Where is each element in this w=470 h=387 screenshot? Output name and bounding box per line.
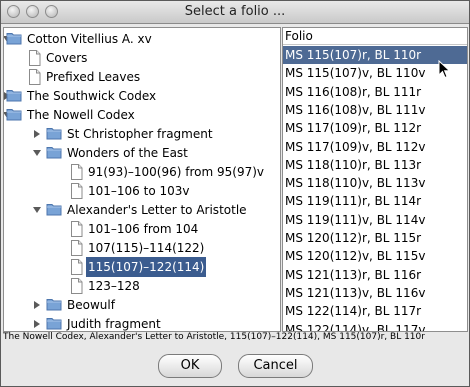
mouse-pointer-icon xyxy=(438,60,451,79)
tree-row-label: The Nowell Codex xyxy=(27,108,135,122)
folio-list-item[interactable]: MS 122(114)v, BL 117v xyxy=(283,321,467,332)
folio-list-item[interactable]: MS 117(109)v, BL 112v xyxy=(283,138,467,156)
folio-list-item[interactable]: MS 119(111)v, BL 114v xyxy=(283,211,467,229)
folio-list-item[interactable]: MS 120(112)r, BL 115r xyxy=(283,229,467,247)
tree-row[interactable]: Beowulf xyxy=(4,295,280,315)
folio-list-item[interactable]: MS 118(110)v, BL 113v xyxy=(283,174,467,192)
tree-row[interactable]: 115(107)–122(114) xyxy=(4,257,280,277)
title-bar[interactable]: Select a folio ... xyxy=(1,1,469,24)
tree-row-label: 115(107)–122(114) xyxy=(86,257,207,277)
tree-row-label: 101–106 from 104 xyxy=(88,222,199,236)
tree-row[interactable]: Alexander's Letter to Aristotle xyxy=(4,200,280,220)
tree-row-label: 101–106 to 103v xyxy=(88,184,190,198)
folio-column-header[interactable]: Folio xyxy=(283,28,467,45)
ok-button[interactable]: OK xyxy=(158,354,222,378)
tree-row[interactable]: 91(93)–100(96) from 95(97)v xyxy=(4,162,280,182)
tree-row[interactable]: Judith fragment xyxy=(4,314,280,332)
tree-row-label: Prefixed Leaves xyxy=(46,70,141,84)
folio-list-item[interactable]: MS 121(113)v, BL 116v xyxy=(283,284,467,302)
tree-row[interactable]: St Christopher fragment xyxy=(4,124,280,144)
tree-row-label: 91(93)–100(96) from 95(97)v xyxy=(88,165,264,179)
tree-row-label: Alexander's Letter to Aristotle xyxy=(67,203,247,217)
selection-path-text: The Nowell Codex, Alexander's Letter to … xyxy=(3,332,425,342)
tree-row-label: Judith fragment xyxy=(67,317,161,331)
tree-row[interactable]: Prefixed Leaves xyxy=(4,67,280,87)
folder-icon xyxy=(46,316,62,331)
dialog-window: Select a folio ... Cotton Vitellius A. x… xyxy=(0,0,470,387)
tree-row-label: 107(115)–114(122) xyxy=(88,241,205,255)
tree-row[interactable]: 101–106 from 104 xyxy=(4,219,280,239)
tree-row[interactable]: 101–106 to 103v xyxy=(4,181,280,201)
codex-tree[interactable]: Cotton Vitellius A. xv Covers Prefixed Lea… xyxy=(3,27,281,332)
folio-list-item[interactable]: MS 121(113)r, BL 116r xyxy=(283,266,467,284)
tree-row-label: Cotton Vitellius A. xv xyxy=(27,32,152,46)
tree-row-label: Covers xyxy=(46,51,88,65)
tree-row-label: Beowulf xyxy=(67,298,115,312)
folio-list-item[interactable]: MS 116(108)v, BL 111v xyxy=(283,101,467,119)
tree-row-label: The Southwick Codex xyxy=(27,89,157,103)
folio-list-item[interactable]: MS 120(112)v, BL 115v xyxy=(283,247,467,265)
tree-row-label: Wonders of the East xyxy=(67,146,188,160)
folio-list-item[interactable]: MS 118(110)r, BL 113r xyxy=(283,156,467,174)
tree-row-label: 123–128 xyxy=(88,279,140,293)
chevron-right-icon[interactable] xyxy=(32,314,42,332)
tree-row[interactable]: Wonders of the East xyxy=(4,143,280,163)
tree-row-label: St Christopher fragment xyxy=(67,127,213,141)
window-title: Select a folio ... xyxy=(184,4,286,19)
tree-row[interactable]: Cotton Vitellius A. xv xyxy=(4,29,280,49)
tree-row[interactable]: 123–128 xyxy=(4,276,280,296)
tree-row[interactable]: The Southwick Codex xyxy=(4,86,280,106)
chevron-down-icon[interactable] xyxy=(32,143,42,163)
tree-row[interactable]: The Nowell Codex xyxy=(4,105,280,125)
folio-list-item[interactable]: MS 122(114)r, BL 117r xyxy=(283,302,467,320)
chevron-down-icon[interactable] xyxy=(32,200,42,220)
chevron-right-icon[interactable] xyxy=(32,295,42,315)
tree-row[interactable]: Covers xyxy=(4,48,280,68)
chevron-right-icon[interactable] xyxy=(32,124,42,144)
cancel-button[interactable]: Cancel xyxy=(238,354,313,378)
tree-row[interactable]: 107(115)–114(122) xyxy=(4,238,280,258)
folio-list-item[interactable]: MS 116(108)r, BL 111r xyxy=(283,83,467,101)
folio-list-item[interactable]: MS 119(111)r, BL 114r xyxy=(283,192,467,210)
folio-list-item[interactable]: MS 117(109)r, BL 112r xyxy=(283,119,467,137)
